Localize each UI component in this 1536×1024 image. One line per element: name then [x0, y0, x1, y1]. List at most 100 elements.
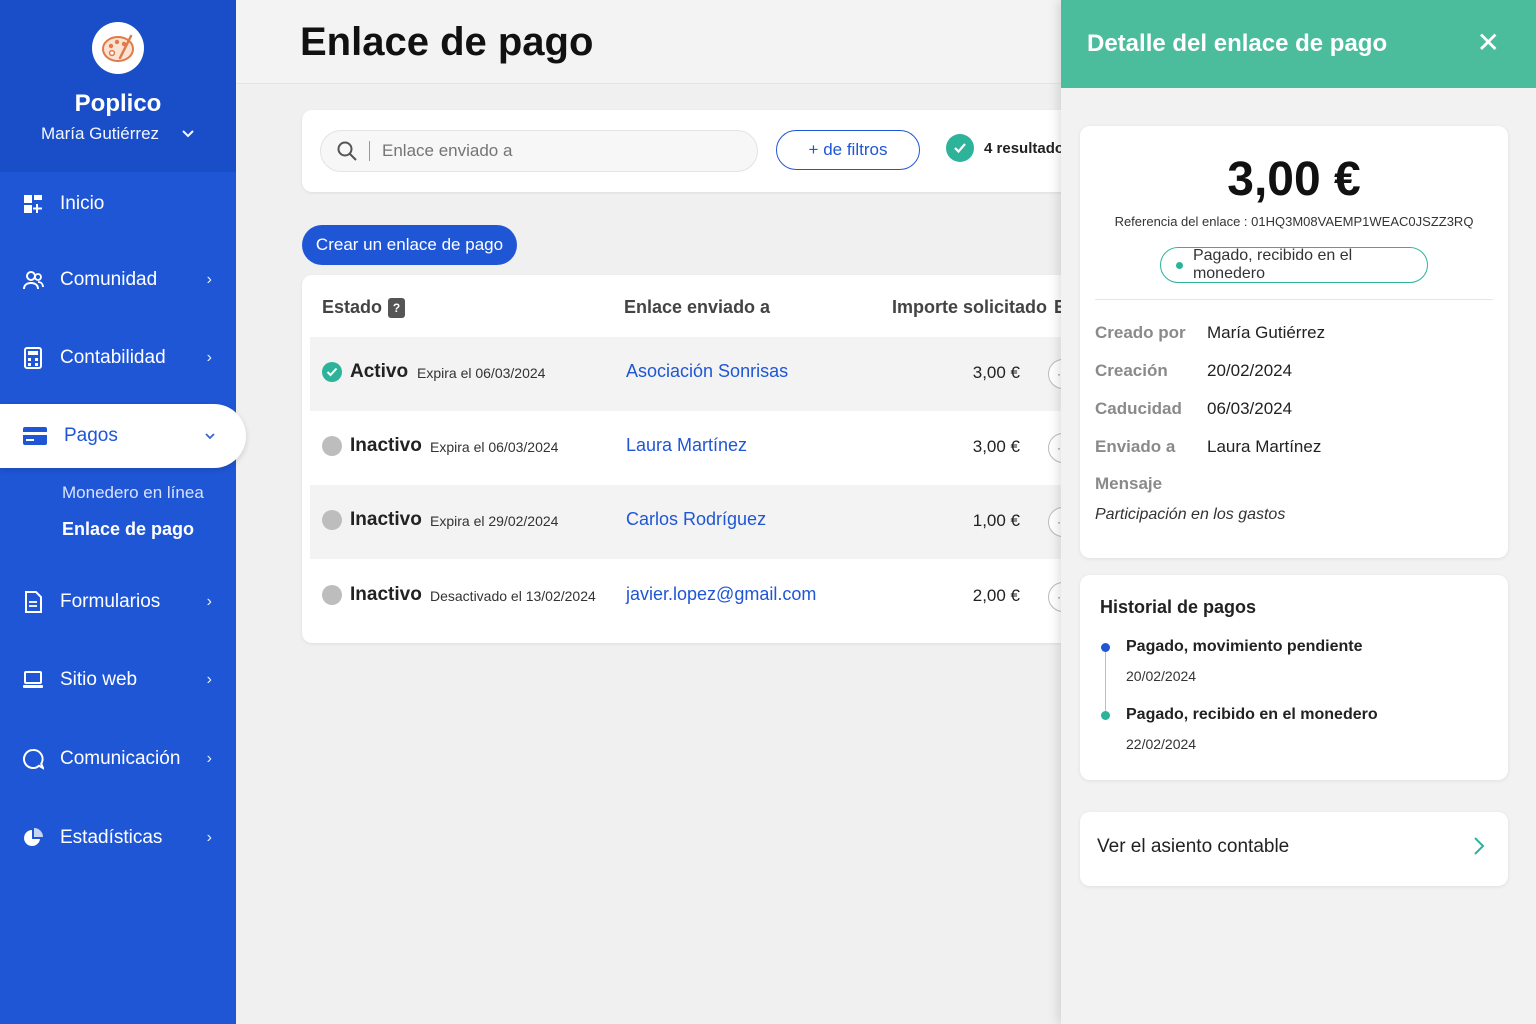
status-dot-icon: [1176, 261, 1183, 269]
sidebar-subitem-monedero[interactable]: Monedero en línea: [62, 483, 204, 503]
status-date: Expira el 06/03/2024: [417, 365, 546, 381]
status-date: Expira el 06/03/2024: [430, 439, 559, 455]
history-title: Historial de pagos: [1100, 597, 1257, 617]
status-date: Desactivado el 13/02/2024: [430, 588, 596, 604]
search-icon: [337, 141, 357, 161]
chevron-down-icon: [204, 427, 216, 445]
detail-value: 20/02/2024: [1207, 361, 1293, 380]
sidebar-item-pagos[interactable]: Pagos: [0, 404, 246, 468]
sidebar: Poplico María Gutiérrez: [0, 0, 236, 1024]
status-separator: -: [416, 513, 421, 529]
pie-chart-icon: [22, 827, 44, 849]
divider: [1095, 299, 1493, 300]
detail-value: Laura Martínez: [1207, 437, 1322, 456]
payment-link-detail-panel: Detalle del enlace de pago ✕ 3,00 € Refe…: [1061, 0, 1536, 1024]
column-header-amount[interactable]: Importe solicitado: [892, 297, 1047, 318]
more-filters-button[interactable]: + de filtros: [776, 130, 920, 170]
table-row[interactable]: Inactivo - Expira el 29/02/2024 Carlos R…: [310, 485, 1082, 559]
user-switcher[interactable]: María Gutiérrez: [0, 124, 236, 144]
table-row[interactable]: Inactivo - Desactivado el 13/02/2024 jav…: [310, 560, 1082, 634]
history-event-date: 20/02/2024: [1126, 668, 1197, 684]
status-badge: Pagado, recibido en el monedero: [1160, 247, 1428, 283]
detail-label: Creado por: [1095, 323, 1186, 342]
sidebar-item-label: Comunicación: [60, 748, 181, 769]
payment-links-table: Estado? Enlace enviado a Importe solicit…: [302, 275, 1082, 643]
recipient-link[interactable]: Carlos Rodríguez: [626, 509, 766, 530]
table-row[interactable]: Inactivo - Expira el 06/03/2024 Laura Ma…: [310, 411, 1082, 485]
detail-value: María Gutiérrez: [1207, 323, 1326, 342]
inactive-status-icon: [322, 436, 342, 456]
main-content: Enlace de pago + de filtros 4 resultados…: [236, 0, 1082, 1024]
sidebar-item-sitio-web[interactable]: Sitio web ›: [0, 650, 236, 710]
document-icon: [22, 591, 44, 613]
chevron-right-icon: ›: [206, 829, 212, 846]
recipient-link[interactable]: javier.lopez@gmail.com: [626, 584, 816, 605]
filter-bar: + de filtros 4 resultados: [302, 110, 1082, 192]
table-row[interactable]: Activo - Expira el 06/03/2024 Asociación…: [310, 337, 1082, 411]
message-label: Mensaje: [1095, 474, 1163, 493]
check-circle-icon: [322, 362, 342, 382]
close-button[interactable]: ✕: [1477, 28, 1500, 58]
payment-history-card: Historial de pagos Pagado, movimiento pe…: [1080, 575, 1508, 780]
history-event-title: Pagado, recibido en el monedero: [1126, 706, 1378, 723]
search-input[interactable]: [369, 141, 699, 161]
status-separator: -: [403, 365, 408, 381]
amount: 2,00 €: [972, 586, 1020, 605]
history-event-title: Pagado, movimiento pendiente: [1126, 638, 1363, 655]
chevron-down-icon: [182, 130, 194, 138]
recipient-link[interactable]: Asociación Sonrisas: [626, 361, 788, 382]
sidebar-item-inicio[interactable]: Inicio: [0, 174, 236, 234]
dashboard-icon: [22, 193, 44, 215]
view-ledger-entry-button[interactable]: Ver el asiento contable: [1080, 812, 1508, 886]
chat-bubble-icon: [22, 748, 44, 770]
status-label: Inactivo: [350, 509, 422, 530]
sidebar-item-comunicacion[interactable]: Comunicación ›: [0, 729, 236, 789]
status-separator: -: [416, 439, 421, 455]
sidebar-header: Poplico María Gutiérrez: [0, 0, 236, 172]
status-label: Inactivo: [350, 584, 422, 605]
check-icon: [946, 134, 974, 162]
user-name: María Gutiérrez: [40, 124, 160, 143]
panel-title: Detalle del enlace de pago: [1087, 30, 1388, 57]
credit-card-icon: [22, 425, 48, 447]
sidebar-item-label: Inicio: [60, 193, 105, 214]
recipient-link[interactable]: Laura Martínez: [626, 435, 747, 456]
laptop-icon: [22, 669, 44, 691]
sidebar-item-formularios[interactable]: Formularios ›: [0, 572, 236, 632]
status-badge-label: Pagado, recibido en el monedero: [1192, 247, 1353, 282]
inactive-status-icon: [322, 510, 342, 530]
detail-label: Caducidad: [1095, 399, 1182, 418]
link-reference: Referencia del enlace : 01HQ3M08VAEMP1WE…: [1080, 214, 1508, 229]
sidebar-item-comunidad[interactable]: Comunidad ›: [0, 250, 236, 310]
detail-label: Creación: [1095, 361, 1168, 380]
timeline-line: [1105, 652, 1106, 715]
reference-label: Referencia del enlace :: [1114, 214, 1252, 229]
link-amount: 3,00 €: [1227, 153, 1361, 206]
help-icon[interactable]: ?: [388, 298, 406, 319]
sidebar-item-label: Comunidad: [60, 269, 158, 290]
palette-logo-icon: [92, 22, 144, 74]
reference-value: 01HQ3M08VAEMP1WEAC0JSZZ3RQ: [1251, 214, 1474, 229]
results-count: 4 resultados: [946, 134, 1072, 162]
page-title: Enlace de pago: [300, 20, 594, 64]
history-event-date: 22/02/2024: [1126, 736, 1197, 752]
status-label: Activo: [350, 361, 409, 382]
column-header-status[interactable]: Estado?: [322, 297, 406, 319]
sidebar-subitem-enlace-de-pago[interactable]: Enlace de pago: [62, 519, 194, 540]
create-payment-link-button[interactable]: Crear un enlace de pago: [302, 225, 517, 265]
panel-header: Detalle del enlace de pago ✕: [1061, 0, 1536, 88]
sidebar-item-label: Contabilidad: [60, 347, 166, 368]
chevron-right-icon: ›: [206, 271, 212, 288]
sidebar-item-contabilidad[interactable]: Contabilidad ›: [0, 328, 236, 388]
results-label: 4 resultados: [984, 139, 1073, 157]
timeline-dot-icon: [1101, 711, 1110, 720]
detail-card: 3,00 € Referencia del enlace : 01HQ3M08V…: [1080, 126, 1508, 558]
chevron-right-icon: ›: [206, 671, 212, 688]
sidebar-item-estadisticas[interactable]: Estadísticas ›: [0, 808, 236, 868]
status-date: Expira el 29/02/2024: [430, 513, 559, 529]
column-header-recipient[interactable]: Enlace enviado a: [624, 297, 770, 318]
chevron-right-icon: ›: [206, 349, 212, 366]
chevron-right-icon: [1474, 837, 1485, 855]
search-box[interactable]: [320, 130, 758, 172]
amount: 3,00 €: [972, 363, 1020, 382]
